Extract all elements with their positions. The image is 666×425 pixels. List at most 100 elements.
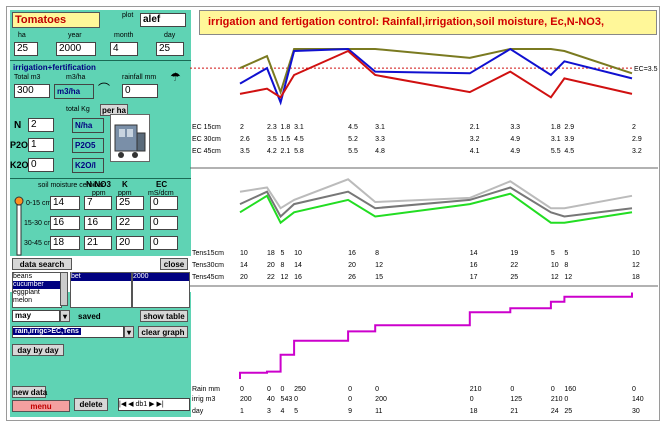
data-label: 160: [564, 386, 576, 393]
k-value-field[interactable]: 20: [116, 236, 144, 250]
clear-graph-button[interactable]: clear graph: [138, 326, 188, 338]
data-label: 16: [470, 262, 478, 269]
data-label: 4.9: [510, 148, 520, 155]
menu-button[interactable]: menu: [12, 400, 70, 412]
p-field[interactable]: 1: [28, 138, 54, 152]
list-item[interactable]: beans: [13, 273, 61, 281]
rainfall-field[interactable]: 0: [122, 84, 158, 98]
data-label: 2.3: [267, 124, 277, 131]
data-label: 0: [348, 396, 352, 403]
data-label: 10: [551, 262, 559, 269]
data-label: 0: [510, 386, 514, 393]
irrigation-total-field[interactable]: 300: [14, 84, 50, 98]
data-label: 4.5: [294, 136, 304, 143]
no3-field[interactable]: 21: [84, 236, 112, 250]
no3-field[interactable]: 7: [84, 196, 112, 210]
data-label: 0: [632, 386, 636, 393]
n-unit-button[interactable]: N/ha: [72, 118, 104, 133]
list-item-selected[interactable]: bet: [71, 273, 131, 281]
moisture-field[interactable]: 14: [50, 196, 80, 210]
last-record-button[interactable]: ▶|: [156, 401, 163, 408]
year-field[interactable]: 2000: [56, 42, 96, 56]
day-label: day: [164, 32, 176, 39]
graph-select[interactable]: rain,irrigc>EC,Tens: [12, 326, 124, 338]
month-select-arrow[interactable]: ▾: [60, 310, 70, 322]
p-unit-button[interactable]: P2O5: [72, 138, 104, 153]
day-field[interactable]: 25: [156, 42, 184, 56]
day-by-day-button[interactable]: day by day: [12, 344, 64, 356]
data-label: 20: [240, 274, 248, 281]
irrigation-unit-toggle[interactable]: m3/ha: [54, 84, 94, 99]
ec-field[interactable]: 0: [150, 236, 178, 250]
series-row-label: Tens45cm: [192, 274, 224, 281]
data-label: 8: [281, 262, 285, 269]
data-label: 2.1: [470, 124, 480, 131]
no3-field[interactable]: 16: [84, 216, 112, 230]
series-row-label: day: [192, 408, 204, 415]
ha-field[interactable]: 25: [14, 42, 38, 56]
new-data-button[interactable]: new data: [12, 386, 47, 398]
list-item-selected[interactable]: 2000: [133, 273, 189, 281]
no3-header: N-NO3: [86, 180, 111, 189]
year-label: year: [68, 32, 82, 39]
prev-record-button[interactable]: ◀: [128, 401, 133, 408]
series-row-label: Tens15cm: [192, 250, 224, 257]
data-label: 22: [267, 274, 275, 281]
data-label: 22: [510, 262, 518, 269]
data-label: 3.3: [375, 136, 385, 143]
series-row-label: EC 45cm: [192, 148, 221, 155]
divider: [10, 178, 191, 179]
data-label: 16: [348, 250, 356, 257]
k-field[interactable]: 0: [28, 158, 54, 172]
data-label: 3.2: [632, 148, 642, 155]
n-field[interactable]: 2: [28, 118, 54, 132]
graph-select-arrow[interactable]: ▾: [124, 326, 134, 338]
data-label: 14: [240, 262, 248, 269]
hose-icon: ⌒: [98, 82, 111, 96]
data-label: 20: [348, 262, 356, 269]
first-record-button[interactable]: |◀: [119, 401, 126, 408]
data-label: 2: [632, 124, 636, 131]
data-label: 18: [267, 250, 275, 257]
saved-status: saved: [78, 312, 101, 321]
data-label: 40: [267, 396, 275, 403]
series-row-label: Tens30cm: [192, 262, 224, 269]
ec-field[interactable]: 0: [150, 196, 178, 210]
data-label: 3: [267, 408, 271, 415]
moisture-field[interactable]: 18: [50, 236, 80, 250]
show-table-button[interactable]: show table: [140, 310, 188, 322]
month-select[interactable]: may: [12, 310, 60, 322]
crop-listbox[interactable]: beans cucumber eggplant melon: [12, 272, 62, 308]
delete-button[interactable]: delete: [74, 398, 108, 411]
data-label: 2: [240, 124, 244, 131]
k-unit-button[interactable]: K2O/l: [72, 158, 104, 173]
data-label: 4.5: [564, 148, 574, 155]
crop-list-scrollbar[interactable]: [60, 272, 68, 306]
variety-listbox[interactable]: bet: [70, 272, 132, 308]
ec-series-line: [239, 47, 633, 106]
list-item-selected[interactable]: cucumber: [13, 281, 61, 289]
data-label: 10: [632, 250, 640, 257]
ec-field[interactable]: 0: [150, 216, 178, 230]
chart-title: irrigation and fertigation control: Rain…: [199, 10, 657, 35]
data-label: 4.8: [375, 148, 385, 155]
plot-field[interactable]: alef: [140, 13, 186, 27]
month-field[interactable]: 4: [110, 42, 138, 56]
data-search-button[interactable]: data search: [12, 258, 72, 270]
data-label: 125: [510, 396, 522, 403]
list-item[interactable]: melon: [13, 297, 61, 305]
next-record-button[interactable]: ▶: [149, 401, 154, 408]
k-value-field[interactable]: 22: [116, 216, 144, 230]
list-item[interactable]: eggplant: [13, 289, 61, 297]
crop-name-field[interactable]: Tomatoes: [12, 12, 100, 28]
close-button[interactable]: close: [160, 258, 188, 270]
data-label: 5.5: [551, 148, 561, 155]
divider: [10, 60, 191, 61]
data-label: 250: [294, 386, 306, 393]
k-value-field[interactable]: 25: [116, 196, 144, 210]
moisture-field[interactable]: 16: [50, 216, 80, 230]
year-listbox[interactable]: 2000: [132, 272, 190, 308]
data-label: 210: [551, 396, 563, 403]
data-label: 1.5: [281, 136, 291, 143]
series-row-label: EC 30cm: [192, 136, 221, 143]
